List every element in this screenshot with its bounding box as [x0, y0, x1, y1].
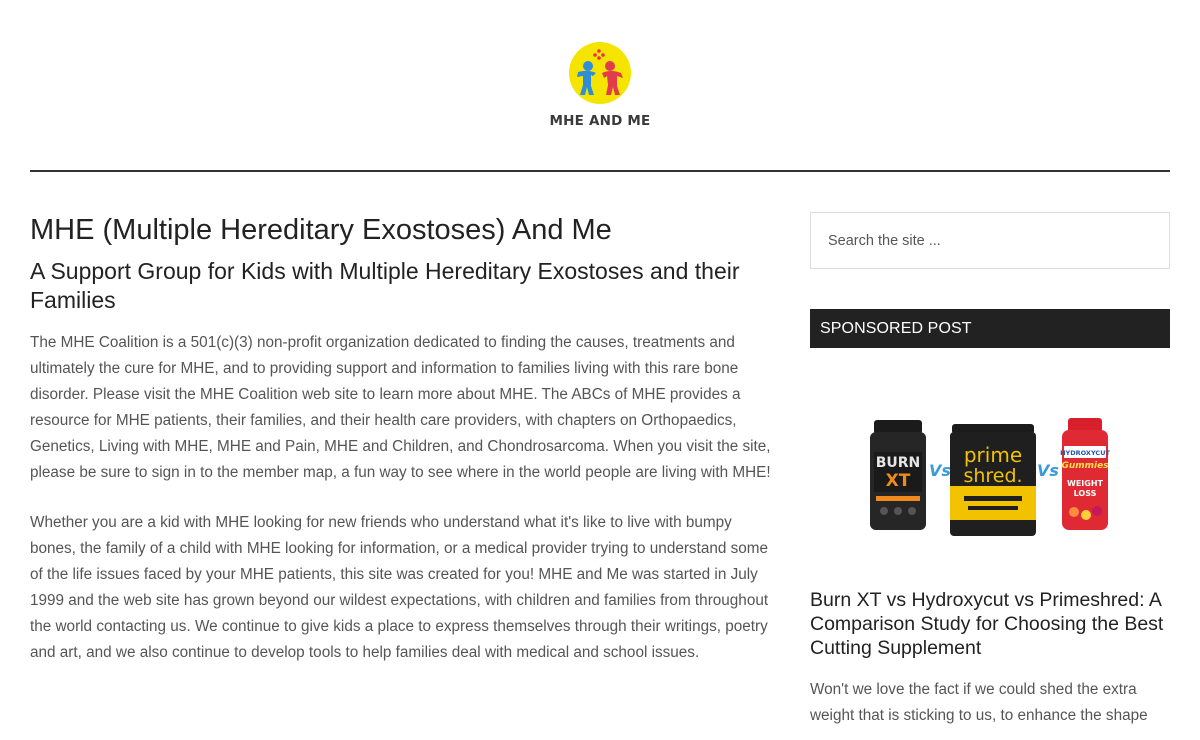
prime-label: prime: [964, 443, 1022, 467]
hydroxycut-brand-label: HYDROXYCUT: [1060, 449, 1110, 457]
hydroxycut-bottle-icon: HYDROXYCUT Gummies WEIGHT LOSS: [1060, 418, 1110, 530]
site-title[interactable]: MHE AND ME: [540, 113, 660, 129]
search-form: [810, 212, 1170, 269]
burn-xt-bottle-icon: BURN XT: [870, 420, 926, 530]
gummies-label: Gummies: [1061, 461, 1109, 471]
sponsored-post-title: Burn XT vs Hydroxycut vs Primeshred: A C…: [810, 588, 1170, 660]
xt-label: XT: [886, 471, 911, 491]
sponsored-post-heading: SPONSORED POST: [810, 309, 1170, 348]
vs-label-2: Vs: [1037, 461, 1059, 480]
sidebar: SPONSORED POST BURN XT Vs prime: [810, 212, 1170, 729]
burn-label: BURN: [876, 455, 921, 471]
sponsored-post-excerpt: Won't we love the fact if we could shed …: [810, 681, 1148, 724]
vs-label-1: Vs: [929, 461, 951, 480]
header-divider: [30, 170, 1170, 172]
about-paragraph: Whether you are a kid with MHE looking f…: [30, 514, 769, 661]
site-logo-link[interactable]: MHE AND ME: [540, 38, 660, 138]
site-header: MHE AND ME: [0, 0, 1200, 172]
sponsored-post-image[interactable]: BURN XT Vs prime shred. Vs HYDROXYCUT Gu…: [868, 418, 1118, 548]
loss-label: LOSS: [1074, 489, 1097, 498]
intro-paragraph: The MHE Coalition is a 501(c)(3) non-pro…: [30, 334, 771, 481]
page-title: MHE (Multiple Hereditary Exostoses) And …: [30, 214, 612, 246]
main-content: MHE (Multiple Hereditary Exostoses) And …: [30, 208, 780, 666]
weight-label: WEIGHT: [1067, 479, 1104, 488]
prime-shred-tub-icon: prime shred.: [950, 424, 1036, 536]
search-input[interactable]: [812, 214, 1168, 267]
page-subtitle: A Support Group for Kids with Multiple H…: [30, 258, 740, 313]
shred-label: shred.: [963, 465, 1022, 487]
sponsored-post-link[interactable]: Burn XT vs Hydroxycut vs Primeshred: A C…: [810, 589, 1163, 659]
logo-icon: [569, 42, 631, 104]
